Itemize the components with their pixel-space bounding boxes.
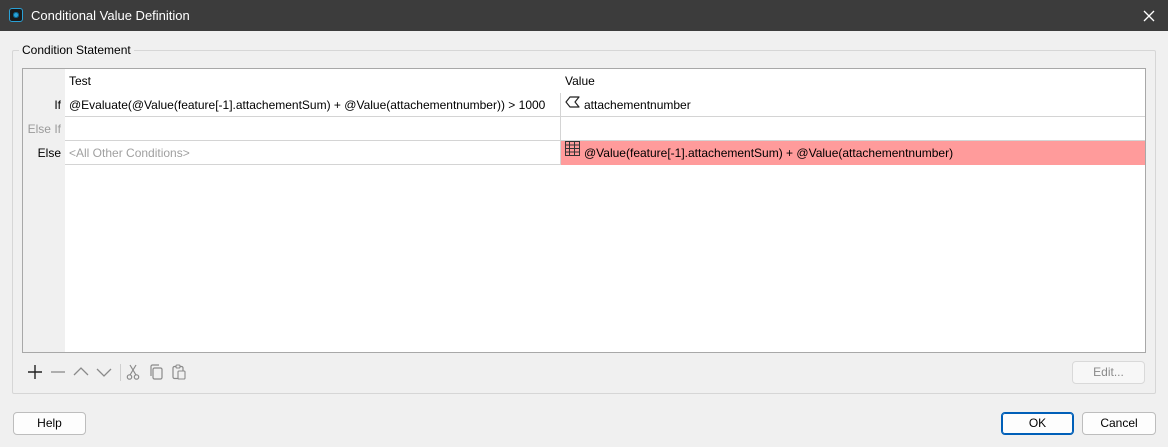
test-cell-else-if[interactable] xyxy=(65,117,560,141)
plus-icon[interactable] xyxy=(25,362,45,382)
close-icon[interactable] xyxy=(1134,0,1164,31)
value-cell-if[interactable]: attachementnumber xyxy=(561,93,1145,117)
edit-button[interactable]: Edit... xyxy=(1072,361,1145,384)
attribute-tag-icon xyxy=(565,93,580,116)
row-label-else: Else xyxy=(37,146,61,160)
title-bar: Conditional Value Definition xyxy=(0,0,1168,31)
window-title: Conditional Value Definition xyxy=(31,8,190,23)
row-label-if: If xyxy=(54,98,61,112)
column-header-test[interactable]: Test xyxy=(65,69,561,93)
value-text-if: attachementnumber xyxy=(584,98,691,112)
table-grid-icon xyxy=(565,141,580,164)
cut-icon[interactable] xyxy=(123,362,143,382)
help-button[interactable]: Help xyxy=(13,412,86,435)
value-text-else: @Value(feature[-1].attachementSum) + @Va… xyxy=(584,146,954,160)
value-cell-else-if[interactable] xyxy=(561,117,1145,141)
test-cell-else: <All Other Conditions> xyxy=(69,146,190,160)
minus-icon[interactable] xyxy=(48,362,68,382)
value-cell-else[interactable]: @Value(feature[-1].attachementSum) + @Va… xyxy=(561,141,1145,165)
copy-icon[interactable] xyxy=(146,362,166,382)
paste-icon[interactable] xyxy=(169,362,189,382)
move-down-icon[interactable] xyxy=(94,362,114,382)
move-up-icon[interactable] xyxy=(71,362,91,382)
group-label: Condition Statement xyxy=(19,43,134,57)
cancel-button[interactable]: Cancel xyxy=(1082,412,1156,435)
row-label-else-if: Else If xyxy=(27,122,61,136)
toolbar-separator xyxy=(120,364,121,381)
condition-grid: Test Value If @Evaluate(@Value(feature[-… xyxy=(22,68,1146,353)
test-cell-if[interactable]: @Evaluate(@Value(feature[-1].attachement… xyxy=(65,93,560,117)
app-icon xyxy=(9,8,23,22)
ok-button[interactable]: OK xyxy=(1001,412,1074,435)
column-header-value[interactable]: Value xyxy=(561,69,1145,93)
